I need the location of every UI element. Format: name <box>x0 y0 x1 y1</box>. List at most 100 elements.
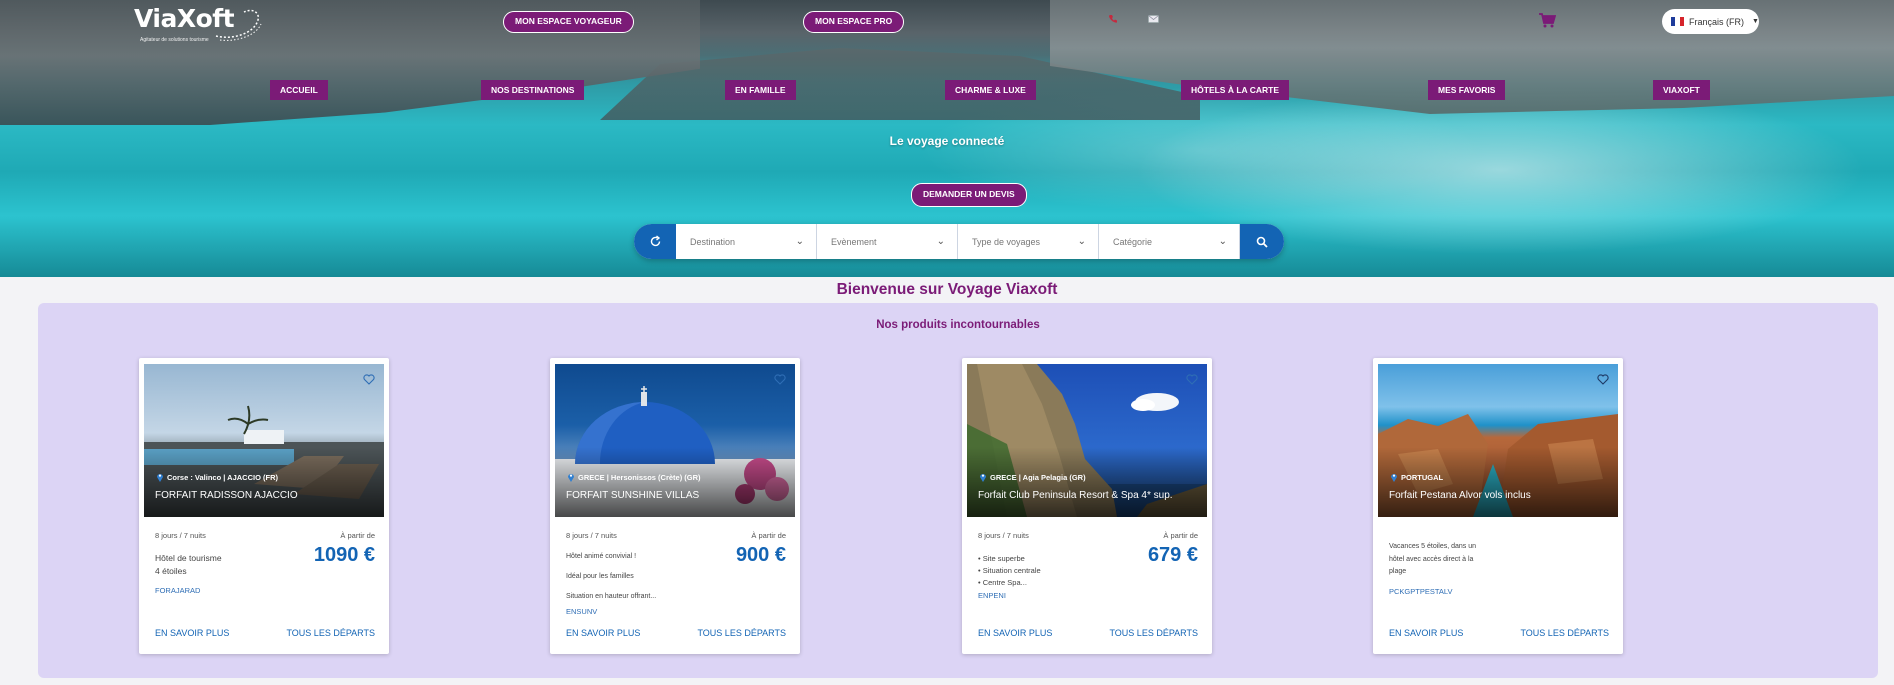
nav-item-favoris[interactable]: MES FAVORIS <box>1428 80 1506 100</box>
language-label: Français (FR) <box>1689 16 1745 27</box>
photo-gradient <box>555 447 795 517</box>
refresh-icon <box>650 235 660 247</box>
destination-select[interactable]: Destination ⌄ <box>676 224 817 259</box>
nav-item-viaxoft[interactable]: VIAXOFT <box>1653 80 1710 100</box>
product-card[interactable]: PORTUGAL Forfait Pestana Alvor vols incl… <box>1373 358 1623 654</box>
product-description: Vacances 5 étoiles, dans un hôtel avec a… <box>1389 541 1489 579</box>
product-code: PCKGPTPESTALV <box>1389 587 1453 596</box>
search-button[interactable] <box>1240 224 1284 259</box>
phone-icon[interactable] <box>1108 14 1118 27</box>
travel-type-select-label: Type de voyages <box>972 236 1041 247</box>
chevron-down-icon: ⌄ <box>1077 236 1086 247</box>
description-line: • Situation centrale <box>978 566 1041 575</box>
product-location-text: GRECE | Agia Pelagia (GR) <box>990 472 1086 482</box>
french-flag-icon <box>1671 17 1684 26</box>
description-line: • Site superbe <box>978 554 1025 563</box>
product-card[interactable]: Corse : Valinco | AJACCIO (FR) FORFAIT R… <box>139 358 389 654</box>
product-location: PORTUGAL <box>1390 472 1443 482</box>
product-location-text: PORTUGAL <box>1401 472 1444 482</box>
description-line: Vacances 5 étoiles, dans un <box>1389 543 1477 550</box>
favorite-heart-icon[interactable] <box>774 372 786 390</box>
product-name: Forfait Pestana Alvor vols inclus <box>1389 490 1531 501</box>
nav-item-accueil[interactable]: ACCUEIL <box>270 80 328 100</box>
my-pro-space-button[interactable]: MON ESPACE PRO <box>803 11 905 33</box>
product-location: GRECE | Hersonissos (Crète) (GR) <box>567 472 701 482</box>
learn-more-link[interactable]: EN SAVOIR PLUS <box>1389 628 1463 638</box>
product-location: GRECE | Agia Pelagia (GR) <box>979 472 1086 482</box>
product-code: ENPENI <box>978 591 1006 600</box>
all-departures-link[interactable]: TOUS LES DÉPARTS <box>1109 628 1198 638</box>
photo-gradient <box>967 447 1207 517</box>
product-code: ENSUNV <box>566 607 598 616</box>
favorite-heart-icon[interactable] <box>1597 372 1609 390</box>
learn-more-link[interactable]: EN SAVOIR PLUS <box>155 628 229 638</box>
product-card[interactable]: GRECE | Agia Pelagia (GR) Forfait Club P… <box>962 358 1212 654</box>
language-selector[interactable]: Français (FR) ▼ <box>1662 9 1759 34</box>
learn-more-link[interactable]: EN SAVOIR PLUS <box>566 628 640 638</box>
logo-tagline: Agitateur de solutions tourisme <box>140 37 209 43</box>
map-pin-icon <box>568 474 574 482</box>
product-description: • Site superbe • Situation centrale • Ce… <box>978 553 1098 589</box>
description-line: • Centre Spa... <box>978 578 1027 587</box>
search-bar: Destination ⌄ Evènement ⌄ Type de voyage… <box>634 224 1284 259</box>
destination-select-label: Destination <box>690 236 736 247</box>
category-select-label: Catégorie <box>1113 236 1153 247</box>
product-description: Hôtel de tourisme 4 étoiles <box>155 552 275 577</box>
description-line: 4 étoiles <box>155 565 187 576</box>
event-select-label: Evènement <box>831 236 877 247</box>
price-from-label: À partir de <box>1163 531 1198 540</box>
featured-products-section: Nos produits incontournables Corse : Val… <box>38 303 1878 678</box>
my-traveler-space-button[interactable]: MON ESPACE VOYAGEUR <box>503 11 634 33</box>
product-photo[interactable]: PORTUGAL Forfait Pestana Alvor vols incl… <box>1378 364 1618 517</box>
nav-item-charme-luxe[interactable]: CHARME & LUXE <box>945 80 1036 100</box>
chevron-down-icon: ⌄ <box>1218 236 1227 247</box>
search-icon <box>1256 236 1268 248</box>
description-line: Hôtel de tourisme <box>155 553 222 563</box>
product-description: Hôtel animé convivial ! Idéal pour les f… <box>566 552 696 602</box>
learn-more-link[interactable]: EN SAVOIR PLUS <box>978 628 1052 638</box>
nav-item-destinations[interactable]: NOS DESTINATIONS <box>481 80 585 100</box>
event-select[interactable]: Evènement ⌄ <box>817 224 958 259</box>
site-logo[interactable]: ViaXoft Agitateur de solutions tourisme <box>134 4 264 46</box>
product-photo[interactable]: Corse : Valinco | AJACCIO (FR) FORFAIT R… <box>144 364 384 517</box>
map-pin-icon <box>980 474 986 482</box>
favorite-heart-icon[interactable] <box>1186 372 1198 390</box>
product-location-text: GRECE | Hersonissos (Crète) (GR) <box>578 472 701 482</box>
product-code: FORAJARAD <box>155 586 201 595</box>
chevron-down-icon: ⌄ <box>936 236 945 247</box>
price-from-label: À partir de <box>340 531 375 540</box>
favorite-heart-icon[interactable] <box>363 372 375 390</box>
cart-icon[interactable] <box>1538 12 1557 33</box>
product-name: Forfait Club Peninsula Resort & Spa 4* s… <box>978 490 1173 501</box>
all-departures-link[interactable]: TOUS LES DÉPARTS <box>1520 628 1609 638</box>
product-duration: 8 jours / 7 nuits <box>566 531 617 540</box>
product-duration: 8 jours / 7 nuits <box>978 531 1029 540</box>
logo-swirl-icon <box>215 9 262 41</box>
map-pin-icon <box>157 474 163 482</box>
chevron-down-icon: ⌄ <box>795 236 804 247</box>
product-location: Corse : Valinco | AJACCIO (FR) <box>156 472 278 482</box>
request-quote-button[interactable]: DEMANDER UN DEVIS <box>911 183 1027 207</box>
product-photo[interactable]: GRECE | Hersonissos (Crète) (GR) FORFAIT… <box>555 364 795 517</box>
product-photo[interactable]: GRECE | Agia Pelagia (GR) Forfait Club P… <box>967 364 1207 517</box>
travel-type-select[interactable]: Type de voyages ⌄ <box>958 224 1099 259</box>
section-title: Nos produits incontournables <box>876 319 1040 331</box>
photo-gradient <box>1378 447 1618 517</box>
all-departures-link[interactable]: TOUS LES DÉPARTS <box>697 628 786 638</box>
nav-item-en-famille[interactable]: EN FAMILLE <box>725 80 796 100</box>
chevron-down-icon: ▼ <box>1752 18 1759 25</box>
hero-title: Le voyage connecté <box>889 134 1005 148</box>
product-price: 679 € <box>1147 544 1198 566</box>
nav-item-hotels[interactable]: HÔTELS À LA CARTE <box>1181 80 1289 100</box>
reset-search-button[interactable] <box>634 224 676 259</box>
description-line: Situation en hauteur offrant... <box>566 593 657 600</box>
product-duration: 8 jours / 7 nuits <box>155 531 206 540</box>
product-card[interactable]: GRECE | Hersonissos (Crète) (GR) FORFAIT… <box>550 358 800 654</box>
category-select[interactable]: Catégorie ⌄ <box>1099 224 1240 259</box>
hero-banner: ViaXoft Agitateur de solutions tourisme … <box>0 0 1894 277</box>
product-name: FORFAIT SUNSHINE VILLAS <box>566 490 700 501</box>
photo-gradient <box>144 447 384 517</box>
all-departures-link[interactable]: TOUS LES DÉPARTS <box>286 628 375 638</box>
mail-icon[interactable] <box>1148 14 1159 26</box>
product-price: 1090 € <box>313 544 375 566</box>
